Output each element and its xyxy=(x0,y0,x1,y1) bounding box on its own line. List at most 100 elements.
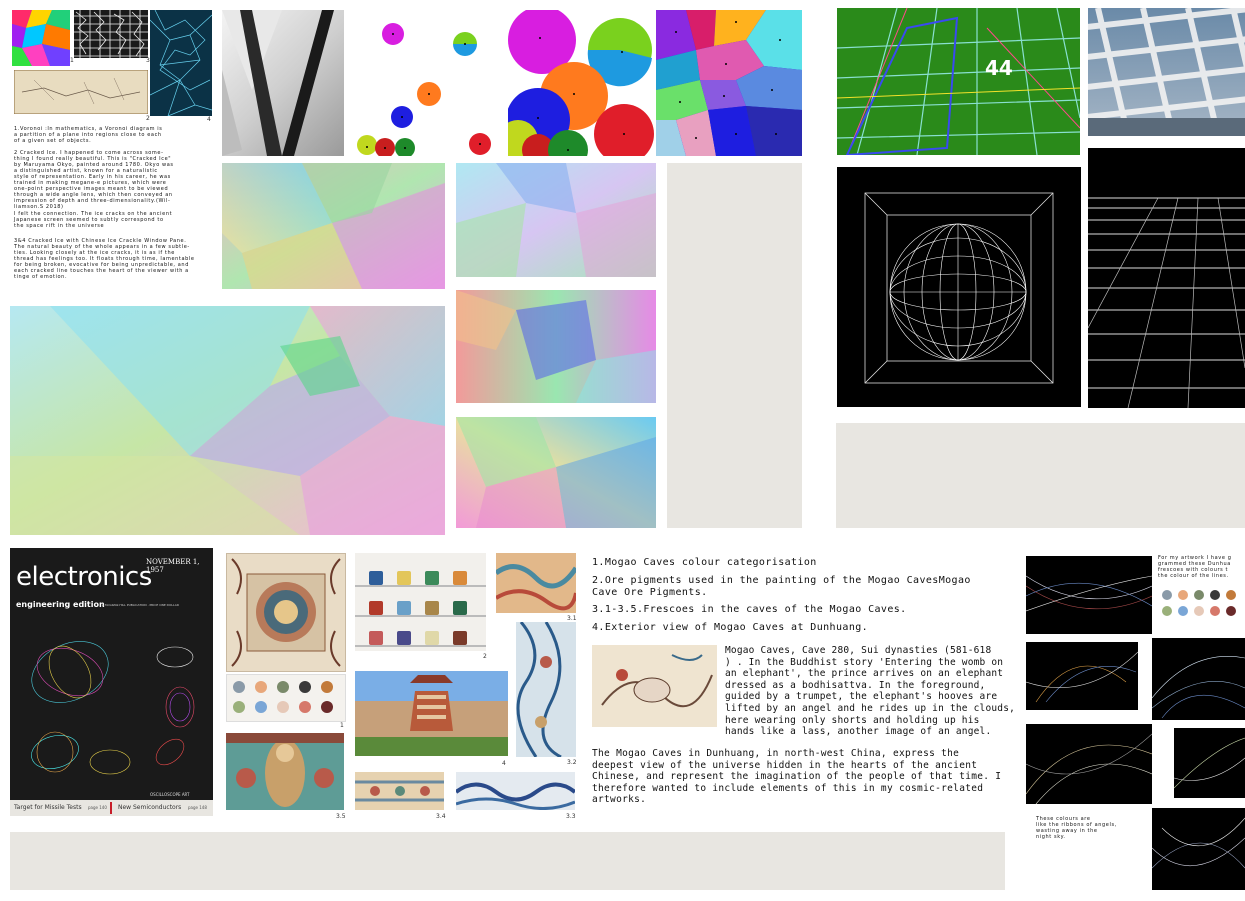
fresco-detail-image xyxy=(496,553,576,613)
palette-swatch xyxy=(1226,606,1236,616)
palette-swatch xyxy=(299,701,311,713)
wireframe-sphere-render xyxy=(837,167,1081,407)
magazine-footer-left-page: page 140 xyxy=(88,805,107,810)
collage-number: 1 xyxy=(340,722,344,729)
collage-number: 3.1 xyxy=(567,615,577,622)
connection-note: I felt the connection. The ice cracks on… xyxy=(14,211,173,229)
lattice-roof-photo xyxy=(1088,8,1245,136)
voronoi-diagram-figure xyxy=(656,10,802,156)
ice-window-pane-thumbnail xyxy=(74,10,148,58)
thumbnail-number: 2 xyxy=(146,115,150,122)
ribbon-render xyxy=(1152,638,1245,720)
mogao-list-item-4: 4.Exterior view of Mogao Caves at Dunhua… xyxy=(592,622,869,633)
voronoi-color-thumbnail xyxy=(12,10,70,66)
collage-number: 3.5 xyxy=(336,813,346,820)
pigment-jar xyxy=(369,571,383,585)
magazine-edition: engineering edition xyxy=(16,600,105,609)
palette-swatch xyxy=(299,681,311,693)
pigment-jars-photo xyxy=(355,553,486,651)
mandala-fresco-image xyxy=(226,553,346,672)
pigment-jar xyxy=(397,631,411,645)
thumbnail-number: 3 xyxy=(146,57,150,64)
ribbon-render xyxy=(1026,724,1152,804)
mogao-exterior-photo xyxy=(355,671,508,756)
palette-swatch xyxy=(233,701,245,713)
palette-swatch xyxy=(1162,590,1172,600)
cracked-gradient-render xyxy=(222,163,445,289)
palette-swatch xyxy=(1194,606,1204,616)
pigment-jar xyxy=(369,631,383,645)
mogao-list-item-3: 3.1-3.5.Frescoes in the caves of the Mog… xyxy=(592,604,907,615)
ribbon-render xyxy=(1026,642,1138,710)
palette-swatch xyxy=(1194,590,1204,600)
palette-swatch xyxy=(1178,590,1188,600)
grey-placeholder-panel xyxy=(667,163,802,528)
pigment-jar xyxy=(453,601,467,615)
voronoi-note: 1.Voronoi :In mathematics, a Voronoi dia… xyxy=(14,126,163,144)
palette-swatch xyxy=(1226,590,1236,600)
cave-280-fresco-image xyxy=(592,645,717,727)
window-pane-note: 3&4 Cracked Ice with Chinese Ice Crackle… xyxy=(14,238,195,280)
neon-grid-render: 44 xyxy=(837,8,1080,155)
pigment-jar xyxy=(425,601,439,615)
collage-number: 3.2 xyxy=(567,759,577,766)
grey-placeholder-panel xyxy=(836,423,1245,528)
ribbon-colour-palette xyxy=(1158,588,1245,620)
mogao-list-item-2: 2.Ore pigments used in the painting of t… xyxy=(592,575,971,598)
mogao-summary: The Mogao Caves in Dunhuang, in north-we… xyxy=(592,748,1002,806)
palette-swatch xyxy=(233,681,245,693)
pigment-jar xyxy=(453,631,467,645)
collage-number: 3.4 xyxy=(436,813,446,820)
artwork-colours-note: For my artwork I have g grammed these Du… xyxy=(1158,555,1232,579)
collage-number: 3.3 xyxy=(566,813,576,820)
collage-number: 2 xyxy=(483,653,487,660)
pigment-jar xyxy=(425,571,439,585)
ribbon-render xyxy=(1152,808,1245,890)
magazine-title: electronics xyxy=(16,562,152,592)
fresco-strip-image xyxy=(456,772,575,810)
collage-number: 4 xyxy=(502,760,506,767)
buddha-fresco-image xyxy=(226,733,344,810)
magazine-date: NOVEMBER 1, 1957 xyxy=(146,558,200,574)
magazine-footer-left: Target for Missile Tests xyxy=(14,804,82,811)
ribbon-render xyxy=(1026,556,1152,634)
pigment-jar xyxy=(369,601,383,615)
pigment-jar xyxy=(425,631,439,645)
receding-lines-render xyxy=(1088,148,1245,408)
mogao-colour-palette xyxy=(226,674,346,722)
scattered-circles-figure xyxy=(352,10,504,156)
architecture-photo xyxy=(222,10,344,156)
palette-swatch xyxy=(277,681,289,693)
grey-placeholder-panel xyxy=(10,832,1005,890)
pigment-jar xyxy=(453,571,467,585)
palette-swatch xyxy=(321,701,333,713)
grid-number-label: 44 xyxy=(985,56,1013,80)
palette-swatch xyxy=(255,701,267,713)
palette-swatch xyxy=(1210,606,1220,616)
large-cracked-gradient-render xyxy=(10,306,445,535)
fresco-column-image xyxy=(516,622,576,757)
cracked-gradient-render xyxy=(456,290,656,403)
growing-circles-figure xyxy=(508,10,654,156)
palette-swatch xyxy=(255,681,267,693)
cracked-ice-note: 2 Cracked Ice. I happened to come across… xyxy=(14,150,174,210)
thumbnail-number: 1 xyxy=(70,57,74,64)
electronics-magazine-cover: electronics NOVEMBER 1, 1957 engineering… xyxy=(10,548,213,816)
cave-280-caption: Mogao Caves, Cave 280, Sui dynasties (58… xyxy=(725,645,1016,738)
mogao-list-item-1: 1.Mogao Caves colour categorisation xyxy=(592,557,817,568)
ice-crack-teal-thumbnail xyxy=(150,10,212,116)
fresco-strip-image xyxy=(355,772,444,810)
cracked-ice-screen-thumbnail xyxy=(14,70,148,114)
magazine-footer-right: New Semiconductors xyxy=(118,804,182,811)
oscilloscope-art-label: OSCILLOSCOPE ART xyxy=(150,792,190,797)
palette-swatch xyxy=(277,701,289,713)
palette-swatch xyxy=(321,681,333,693)
ribbons-note: These colours are like the ribbons of an… xyxy=(1036,816,1117,840)
cracked-gradient-render xyxy=(456,417,656,528)
pigment-jar xyxy=(397,571,411,585)
palette-swatch xyxy=(1178,606,1188,616)
ribbon-render xyxy=(1174,728,1245,798)
palette-swatch xyxy=(1210,590,1220,600)
magazine-publisher: A McGRAW-HILL PUBLICATION . PRICE ONE DO… xyxy=(102,603,179,607)
cracked-gradient-render xyxy=(456,163,656,277)
